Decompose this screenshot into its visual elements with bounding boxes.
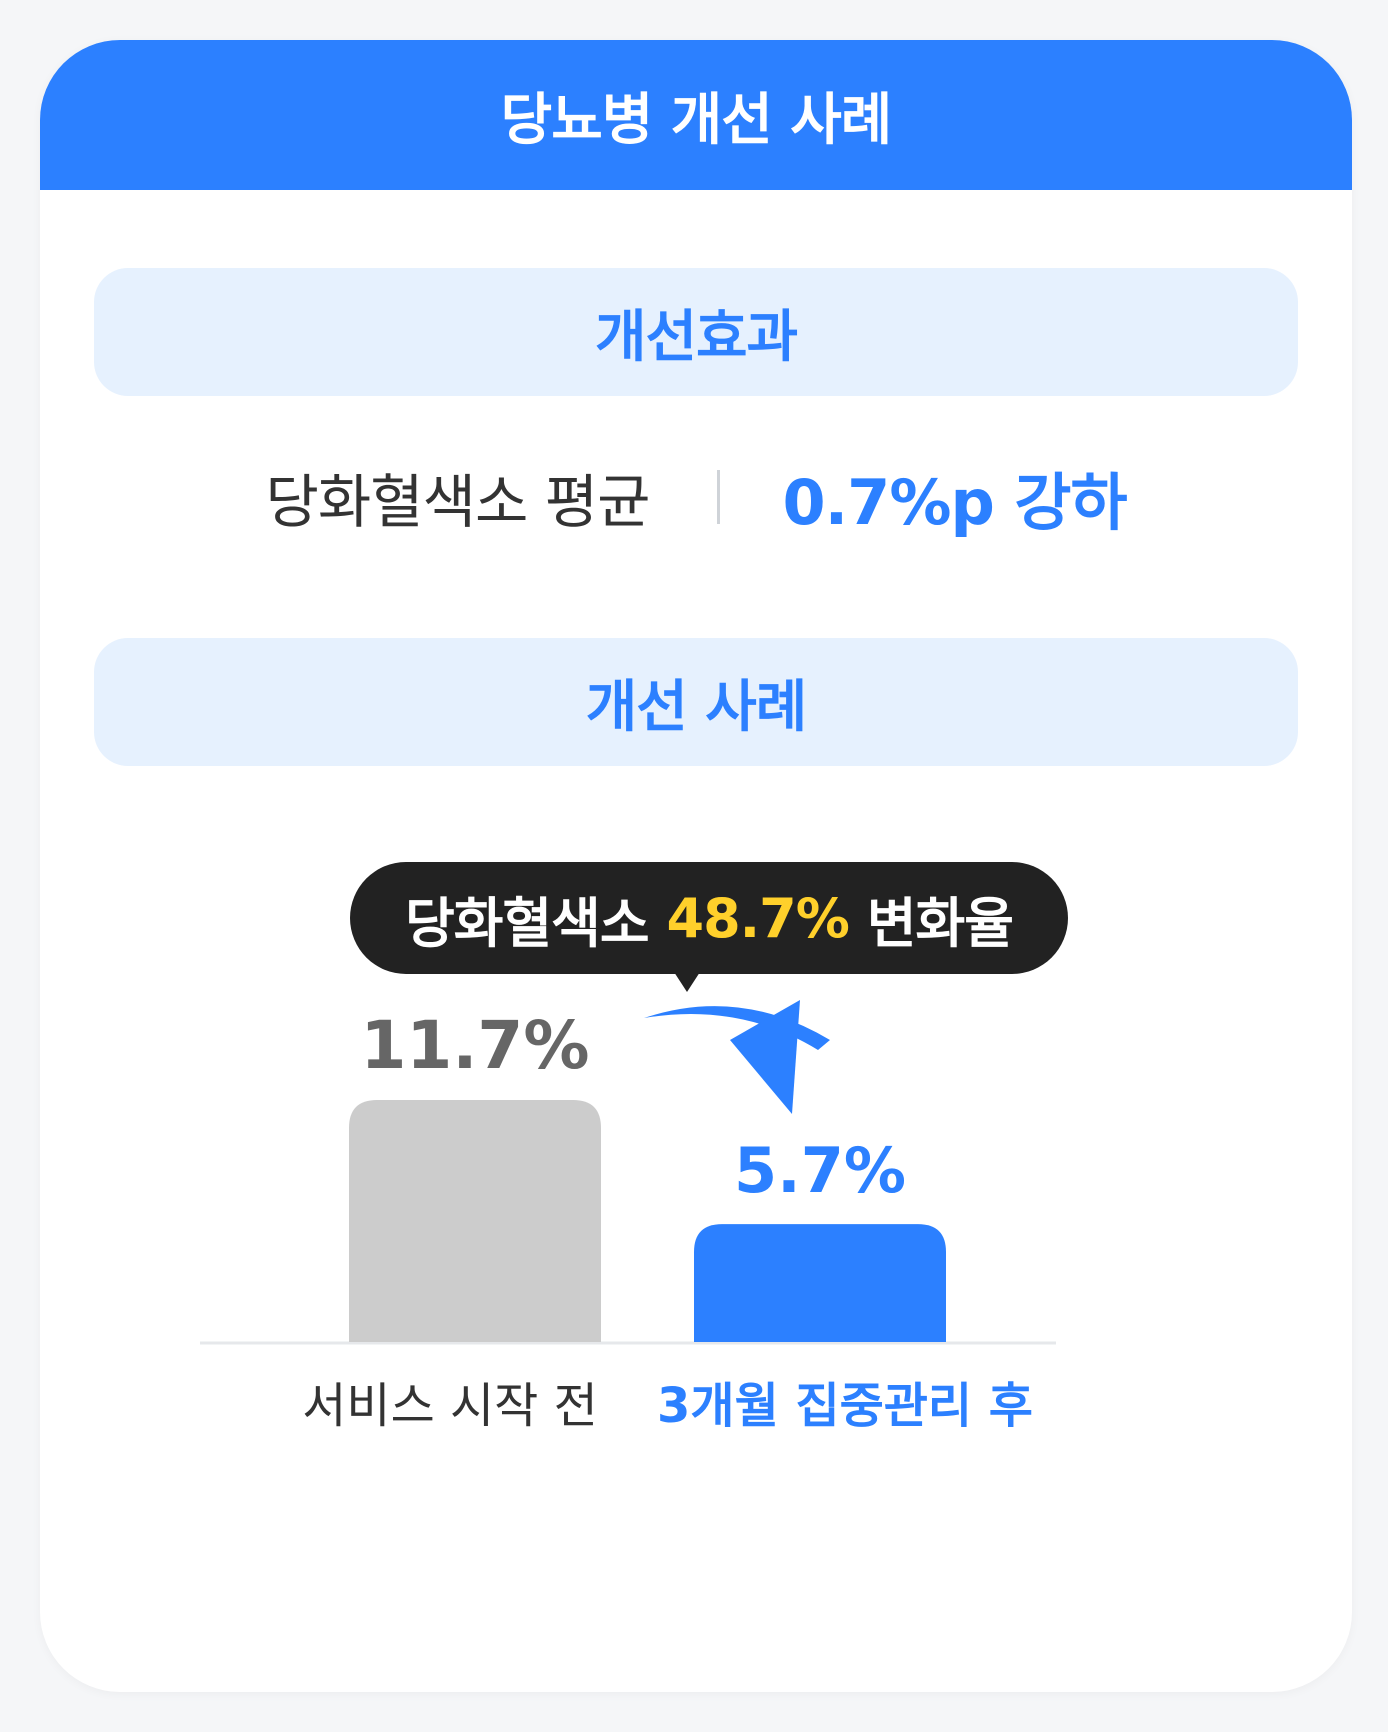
category-label-1: 서비스 시작 전: [302, 1378, 597, 1434]
tooltip-prefix: 당화혈색소: [405, 891, 649, 955]
tooltip-highlight: 48.7%: [666, 886, 850, 950]
tooltip-tail: [674, 972, 700, 992]
change-rate-tooltip: 당화혈색소 48.7% 변화율: [350, 862, 1068, 974]
bar-value-label-1: 11.7%: [361, 1007, 590, 1084]
bar-value-label-2: 5.7%: [734, 1134, 906, 1207]
bar-1: [349, 1100, 601, 1342]
bar-2: [694, 1224, 946, 1342]
tooltip-suffix: 변화율: [866, 891, 1014, 955]
category-label-2: 3개월 집중관리 후: [657, 1378, 1033, 1434]
case-card: 당뇨병 개선 사례 개선효과 당화혈색소 평균 0.7%p 강하 개선 사례 1…: [40, 40, 1352, 1692]
